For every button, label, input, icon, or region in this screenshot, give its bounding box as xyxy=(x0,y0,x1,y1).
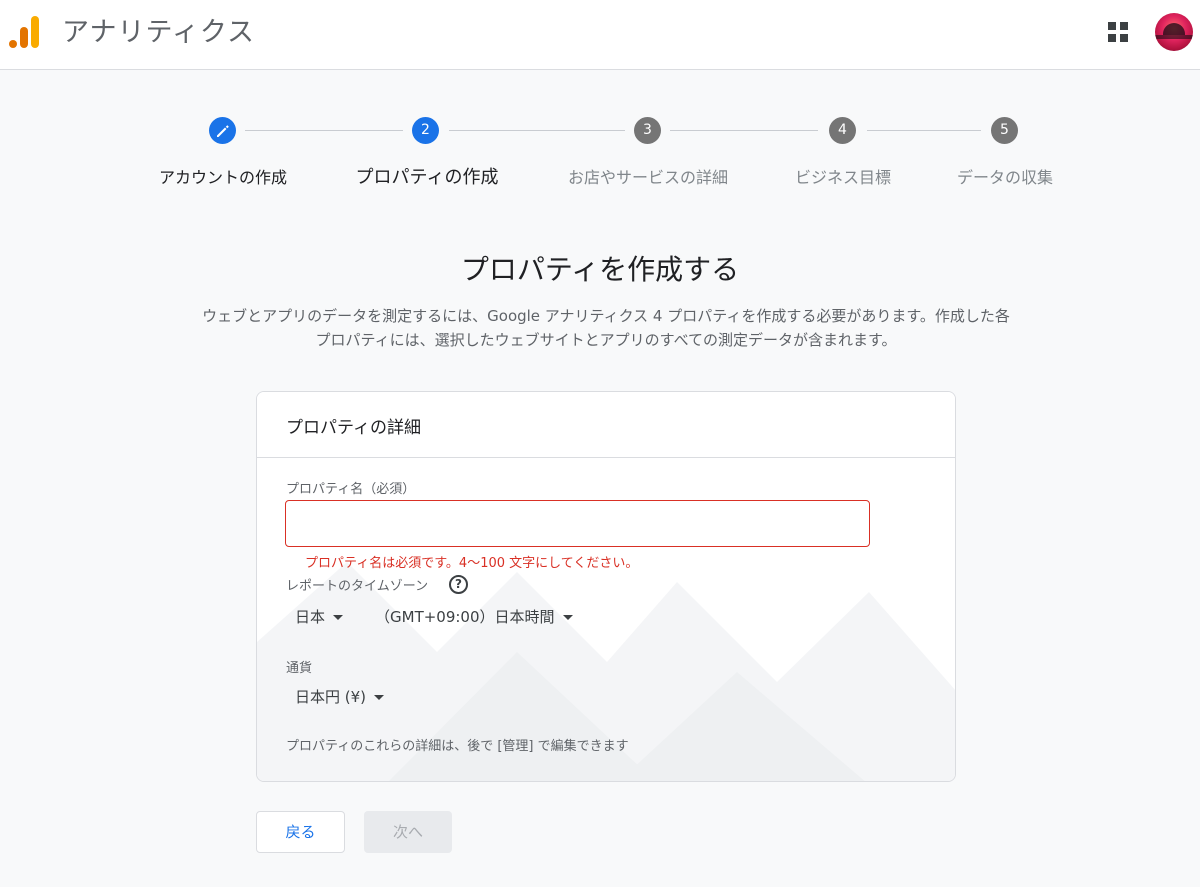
step-4-label: ビジネス目標 xyxy=(794,168,892,187)
help-circle-icon[interactable]: ? xyxy=(449,575,468,594)
caret-down-icon xyxy=(374,695,385,700)
caret-down-icon xyxy=(562,615,573,620)
step-connector xyxy=(245,130,403,131)
avatar-image-band xyxy=(1155,35,1193,39)
app-title: アナリティクス xyxy=(62,17,256,48)
currency-select[interactable]: 日本円 (¥) xyxy=(295,686,385,707)
step-connector xyxy=(449,130,625,131)
next-button[interactable]: 次へ xyxy=(364,811,452,853)
page-description-line-1: ウェブとアプリのデータを測定するには、Google アナリティクス 4 プロパテ… xyxy=(202,307,1010,325)
currency-label: 通貨 xyxy=(286,661,313,676)
analytics-logo-icon[interactable] xyxy=(8,14,40,50)
page-description: ウェブとアプリのデータを測定するには、Google アナリティクス 4 プロパテ… xyxy=(150,304,1062,352)
property-name-error: プロパティ名は必須です。4〜100 文字にしてください。 xyxy=(305,556,639,571)
property-name-label: プロパティ名（必須） xyxy=(286,482,416,497)
apps-grid-icon[interactable] xyxy=(1106,20,1130,44)
page-title: プロパティを作成する xyxy=(460,253,740,286)
step-2-circle[interactable]: 2 xyxy=(412,117,439,144)
timezone-label: レポートのタイムゾーン xyxy=(286,579,429,594)
timezone-zone-select[interactable]: （GMT+09:00）日本時間 xyxy=(375,606,573,627)
avatar-image xyxy=(1163,23,1185,35)
step-4-circle: 4 xyxy=(829,117,856,144)
currency-value: 日本円 (¥) xyxy=(295,688,367,706)
timezone-country-select[interactable]: 日本 xyxy=(295,606,344,627)
step-3-label: お店やサービスの詳細 xyxy=(567,168,729,187)
top-app-bar: アナリティクス xyxy=(0,0,1200,70)
setup-stepper: 2 3 4 5 アカウントの作成 プロパティの作成 お店やサービスの詳細 ビジネ… xyxy=(0,110,1200,200)
step-1-pencil-icon[interactable] xyxy=(209,117,236,144)
step-5-label: データの収集 xyxy=(956,168,1054,187)
account-avatar[interactable] xyxy=(1155,13,1193,51)
back-button[interactable]: 戻る xyxy=(256,811,345,853)
timezone-zone-value: （GMT+09:00）日本時間 xyxy=(375,608,555,626)
step-connector xyxy=(867,130,981,131)
timezone-country-value: 日本 xyxy=(295,608,326,626)
property-name-input[interactable] xyxy=(285,500,870,547)
page-description-line-2: プロパティには、選択したウェブサイトとアプリのすべての測定データが含まれます。 xyxy=(315,331,897,349)
step-1-label[interactable]: アカウントの作成 xyxy=(159,164,287,188)
step-5-circle: 5 xyxy=(991,117,1018,144)
card-title: プロパティの詳細 xyxy=(286,418,421,438)
property-details-card: プロパティの詳細 プロパティ名（必須） プロパティ名は必須です。4〜100 文字… xyxy=(256,391,956,782)
edit-later-note: プロパティのこれらの詳細は、後で [管理] で編集できます xyxy=(286,739,629,754)
card-header: プロパティの詳細 xyxy=(257,392,955,458)
caret-down-icon xyxy=(333,615,344,620)
step-3-circle: 3 xyxy=(634,117,661,144)
step-connector xyxy=(670,130,818,131)
step-2-label[interactable]: プロパティの作成 xyxy=(356,163,499,189)
